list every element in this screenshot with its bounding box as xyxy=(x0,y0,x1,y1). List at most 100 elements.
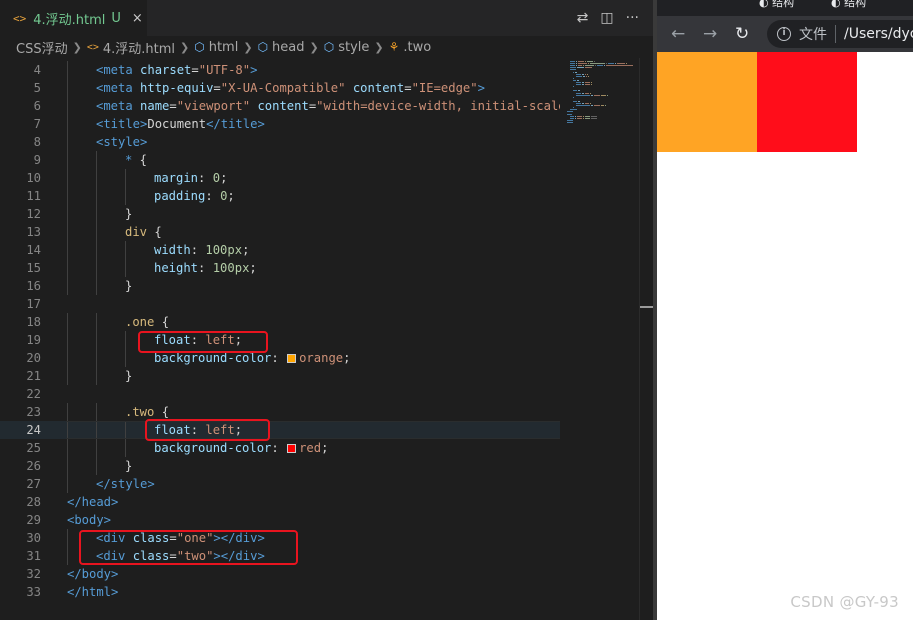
minimap-stroke xyxy=(578,65,582,67)
browser-window: ◐ 结构 ◐ 结构 ← → ↻ i 文件 /Users/dyc CSDN @GY… xyxy=(653,0,913,620)
code-token: ; xyxy=(343,351,351,365)
code-token: ; xyxy=(227,189,235,203)
minimap-stroke xyxy=(585,73,586,75)
forward-arrow-icon[interactable]: → xyxy=(703,16,717,52)
code-text: </head> xyxy=(67,493,118,511)
code-token: { xyxy=(147,225,162,239)
minimap-stroke xyxy=(576,84,581,86)
minimap-stroke xyxy=(577,67,584,69)
minimap-stroke xyxy=(582,73,584,75)
indent-guide xyxy=(125,241,126,259)
indent-guide xyxy=(125,169,126,187)
breadcrumb-selector[interactable]: .two xyxy=(403,40,431,55)
code-line[interactable]: 29 <body> xyxy=(0,511,560,529)
code-line[interactable]: 7 <title>Document</title> xyxy=(0,115,560,133)
breadcrumb-style[interactable]: style xyxy=(338,40,369,55)
more-actions-icon[interactable]: ··· xyxy=(626,10,639,26)
indent-guide xyxy=(67,79,68,97)
minimap-stroke xyxy=(585,84,590,86)
color-swatch-icon[interactable] xyxy=(287,354,297,363)
code-line[interactable]: 13 div { xyxy=(0,223,560,241)
code-line[interactable]: 22 xyxy=(0,385,560,403)
minimap-stroke xyxy=(590,63,605,65)
minimap-stroke xyxy=(582,82,584,83)
code-line[interactable]: 25 background-color: red; xyxy=(0,439,560,457)
minimap-stroke xyxy=(570,117,574,119)
code-text: padding: 0; xyxy=(154,187,235,205)
watermark: CSDN @GY-93 xyxy=(790,593,899,611)
code-line[interactable]: 17 xyxy=(0,295,560,313)
code-line[interactable]: 27 </style> xyxy=(0,475,560,493)
breadcrumb-html[interactable]: html xyxy=(209,40,239,55)
editor-tab-active[interactable]: <> 4.浮动.html U × xyxy=(0,0,147,36)
breadcrumb-file[interactable]: 4.浮动.html xyxy=(103,38,175,57)
minimap-stroke xyxy=(582,92,584,94)
code-token: .two xyxy=(125,405,155,419)
code-line[interactable]: 4 <meta charset="UTF-8"> xyxy=(0,61,560,79)
minimap[interactable] xyxy=(561,58,639,620)
code-line[interactable]: 16} xyxy=(0,277,560,295)
browser-toolbar: ← → ↻ i 文件 /Users/dyc xyxy=(657,16,913,52)
tab-git-status: U xyxy=(111,10,121,26)
tab-close-icon[interactable]: × xyxy=(132,11,143,26)
code-token: "IE=edge" xyxy=(411,81,478,95)
breadcrumb-head[interactable]: head xyxy=(272,40,304,55)
color-swatch-icon[interactable] xyxy=(287,444,297,453)
minimap-stroke xyxy=(576,94,590,96)
code-text: </body> xyxy=(67,565,118,583)
info-icon[interactable]: i xyxy=(777,27,791,41)
code-line[interactable]: 15 height: 100px; xyxy=(0,259,560,277)
code-line[interactable]: 6 <meta name="viewport" content="width=de… xyxy=(0,97,560,115)
code-line[interactable]: 8 <style> xyxy=(0,133,560,151)
code-line[interactable]: 33 </html> xyxy=(0,583,560,601)
chevron-right-icon: ❯ xyxy=(243,40,253,54)
code-text: } xyxy=(125,205,132,223)
back-arrow-icon[interactable]: ← xyxy=(671,16,685,52)
line-number: 13 xyxy=(26,225,41,239)
code-line[interactable]: 21} xyxy=(0,367,560,385)
code-line[interactable]: 9 * { xyxy=(0,151,560,169)
minimap-stroke xyxy=(617,63,625,65)
open-changes-icon[interactable]: ⇄ xyxy=(577,10,589,26)
code-line[interactable]: 24 float: left; xyxy=(0,421,560,439)
code-line[interactable]: 19 float: left; xyxy=(0,331,560,349)
minimap-stroke xyxy=(576,103,581,104)
breadcrumb-folder[interactable]: CSS浮动 xyxy=(16,38,68,57)
indent-guide xyxy=(67,529,68,547)
browser-tab-1[interactable]: ◐ 结构 xyxy=(759,0,794,10)
minimap-stroke xyxy=(594,94,600,96)
indent-guide xyxy=(67,331,68,349)
code-token: 100px xyxy=(212,261,250,275)
address-bar[interactable]: i 文件 /Users/dyc xyxy=(767,20,913,48)
browser-tab-2[interactable]: ◐ 结构 xyxy=(831,0,866,10)
code-line[interactable]: 18 .one { xyxy=(0,313,560,331)
indent-guide xyxy=(67,547,68,565)
reload-icon[interactable]: ↻ xyxy=(735,16,749,52)
code-line[interactable]: 28 </head> xyxy=(0,493,560,511)
code-token: </title> xyxy=(206,117,265,131)
code-line[interactable]: 23 .two { xyxy=(0,403,560,421)
split-editor-icon[interactable]: ◫ xyxy=(600,10,613,26)
code-line[interactable]: 5 <meta http-equiv="X-UA-Compatible" cont… xyxy=(0,79,560,97)
code-line[interactable]: 12} xyxy=(0,205,560,223)
code-text: <style> xyxy=(96,133,147,151)
line-number: 10 xyxy=(26,171,41,185)
vertical-scrollbar[interactable] xyxy=(639,58,656,620)
indent-guide xyxy=(67,475,68,493)
minimap-stroke xyxy=(573,77,574,79)
minimap-stroke xyxy=(597,65,603,67)
code-line[interactable]: 10 margin: 0; xyxy=(0,169,560,187)
indent-guide xyxy=(125,187,126,205)
indent-guide xyxy=(125,421,126,439)
minimap-stroke xyxy=(590,103,591,104)
code-line[interactable]: 14 width: 100px; xyxy=(0,241,560,259)
browser-tab-strip: ◐ 结构 ◐ 结构 xyxy=(657,0,913,16)
code-line[interactable]: 11 padding: 0; xyxy=(0,187,560,205)
code-token: "width=device-width, initial-scale= xyxy=(316,99,560,113)
code-token: </body> xyxy=(67,567,119,581)
line-number: 26 xyxy=(26,459,41,473)
code-line[interactable]: 26} xyxy=(0,457,560,475)
code-line[interactable]: 20 background-color: orange; xyxy=(0,349,560,367)
code-token: ; xyxy=(321,441,329,455)
code-line[interactable]: 32 </body> xyxy=(0,565,560,583)
